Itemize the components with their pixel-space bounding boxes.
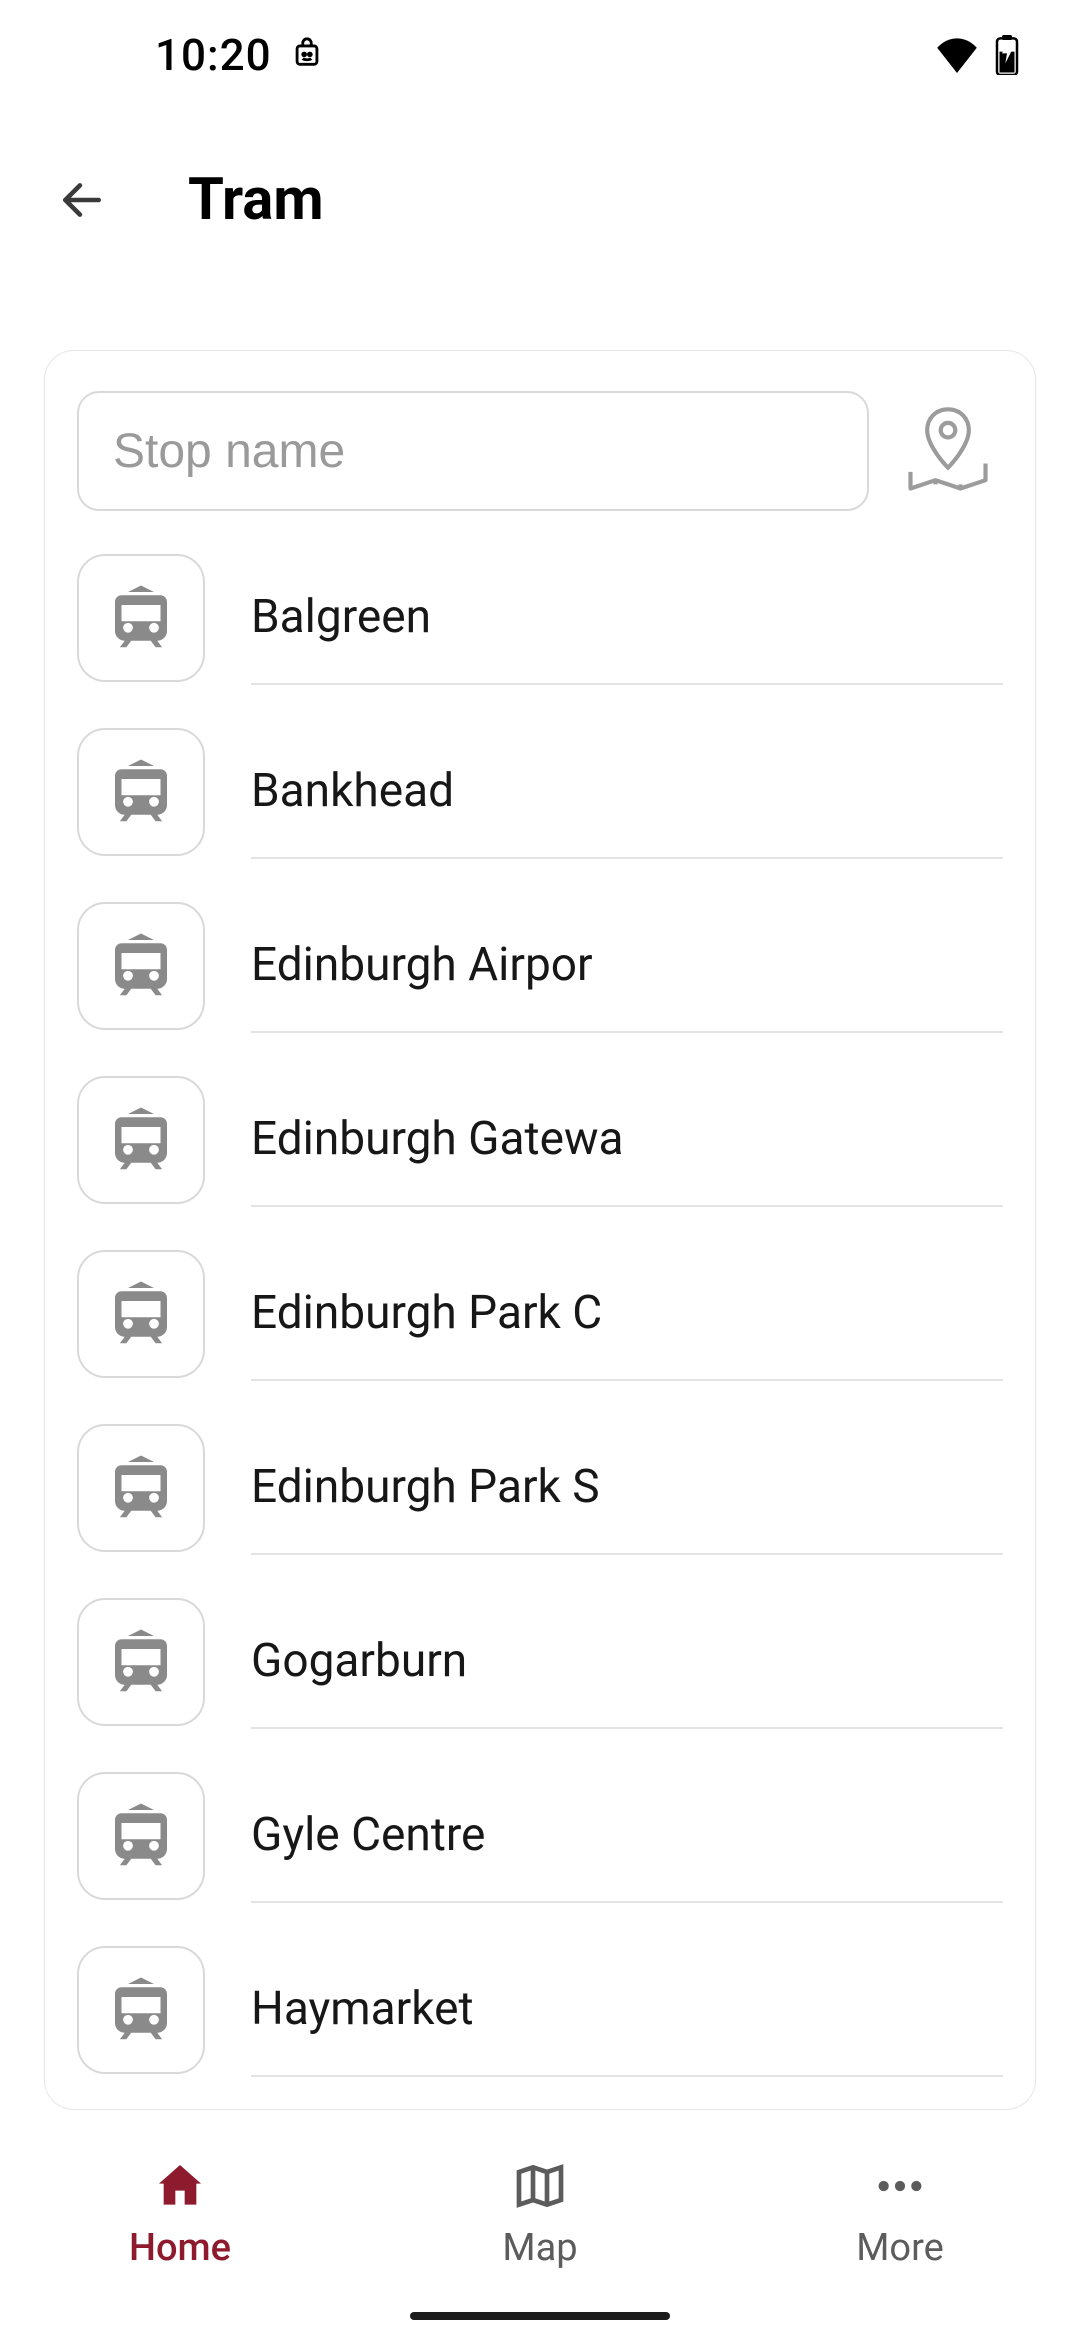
map-pin-icon <box>898 401 998 501</box>
tram-icon <box>77 1946 205 2074</box>
tram-icon <box>77 1772 205 1900</box>
search-row <box>45 351 1035 531</box>
nav-home[interactable]: Home <box>0 2130 360 2340</box>
stop-name-input[interactable] <box>113 424 833 479</box>
stop-name: Haymarket <box>251 1982 474 2036</box>
map-icon <box>512 2158 568 2218</box>
stop-item[interactable]: Gyle Centre <box>45 1749 1035 1923</box>
tram-icon <box>77 1250 205 1378</box>
stop-name: Gyle Centre <box>251 1808 485 1862</box>
stop-name: Edinburgh Park C <box>251 1286 602 1340</box>
status-app-icon <box>290 29 324 81</box>
arrow-left-icon <box>57 175 107 225</box>
stop-name: Gogarburn <box>251 1634 467 1688</box>
map-locate-button[interactable] <box>893 396 1003 506</box>
battery-icon <box>994 35 1020 75</box>
tram-icon <box>77 728 205 856</box>
search-input-wrap[interactable] <box>77 391 869 511</box>
home-icon <box>152 2158 208 2218</box>
stop-name: Balgreen <box>251 590 431 644</box>
tram-icon <box>77 1424 205 1552</box>
nav-map[interactable]: Map <box>360 2130 720 2340</box>
status-right <box>934 35 1020 75</box>
stop-item[interactable]: Edinburgh Park S <box>45 1401 1035 1575</box>
stop-name: Edinburgh Airpor <box>251 938 593 992</box>
stop-name: Edinburgh Gatewa <box>251 1112 624 1166</box>
stop-list: Balgreen Bankhead Edinburgh Airpor <box>45 531 1035 2097</box>
stop-item[interactable]: Bankhead <box>45 705 1035 879</box>
content: Balgreen Bankhead Edinburgh Airpor <box>0 290 1080 2110</box>
tram-icon <box>77 902 205 1030</box>
stop-item[interactable]: Gogarburn <box>45 1575 1035 1749</box>
stop-item[interactable]: Edinburgh Park C <box>45 1227 1035 1401</box>
app-bar: Tram <box>0 110 1080 290</box>
stop-name: Edinburgh Park S <box>251 1460 600 1514</box>
status-left: 10:20 <box>155 29 324 81</box>
stop-item[interactable]: Edinburgh Gatewa <box>45 1053 1035 1227</box>
page-title: Tram <box>188 166 324 234</box>
nav-label: Map <box>502 2226 577 2270</box>
stops-card: Balgreen Bankhead Edinburgh Airpor <box>44 350 1036 2110</box>
more-icon <box>872 2158 928 2218</box>
bottom-nav: Home Map More <box>0 2130 1080 2340</box>
tram-icon <box>77 1598 205 1726</box>
stop-item[interactable]: Balgreen <box>45 531 1035 705</box>
stop-item[interactable]: Edinburgh Airpor <box>45 879 1035 1053</box>
nav-label: Home <box>129 2226 231 2270</box>
tram-icon <box>77 554 205 682</box>
back-button[interactable] <box>38 156 126 244</box>
stop-name: Bankhead <box>251 764 454 818</box>
tram-icon <box>77 1076 205 1204</box>
status-bar: 10:20 <box>0 0 1080 110</box>
nav-more[interactable]: More <box>720 2130 1080 2340</box>
wifi-icon <box>934 37 980 73</box>
status-time: 10:20 <box>155 29 272 81</box>
nav-label: More <box>856 2226 944 2270</box>
gesture-bar <box>410 2312 670 2320</box>
stop-item[interactable]: Haymarket <box>45 1923 1035 2097</box>
